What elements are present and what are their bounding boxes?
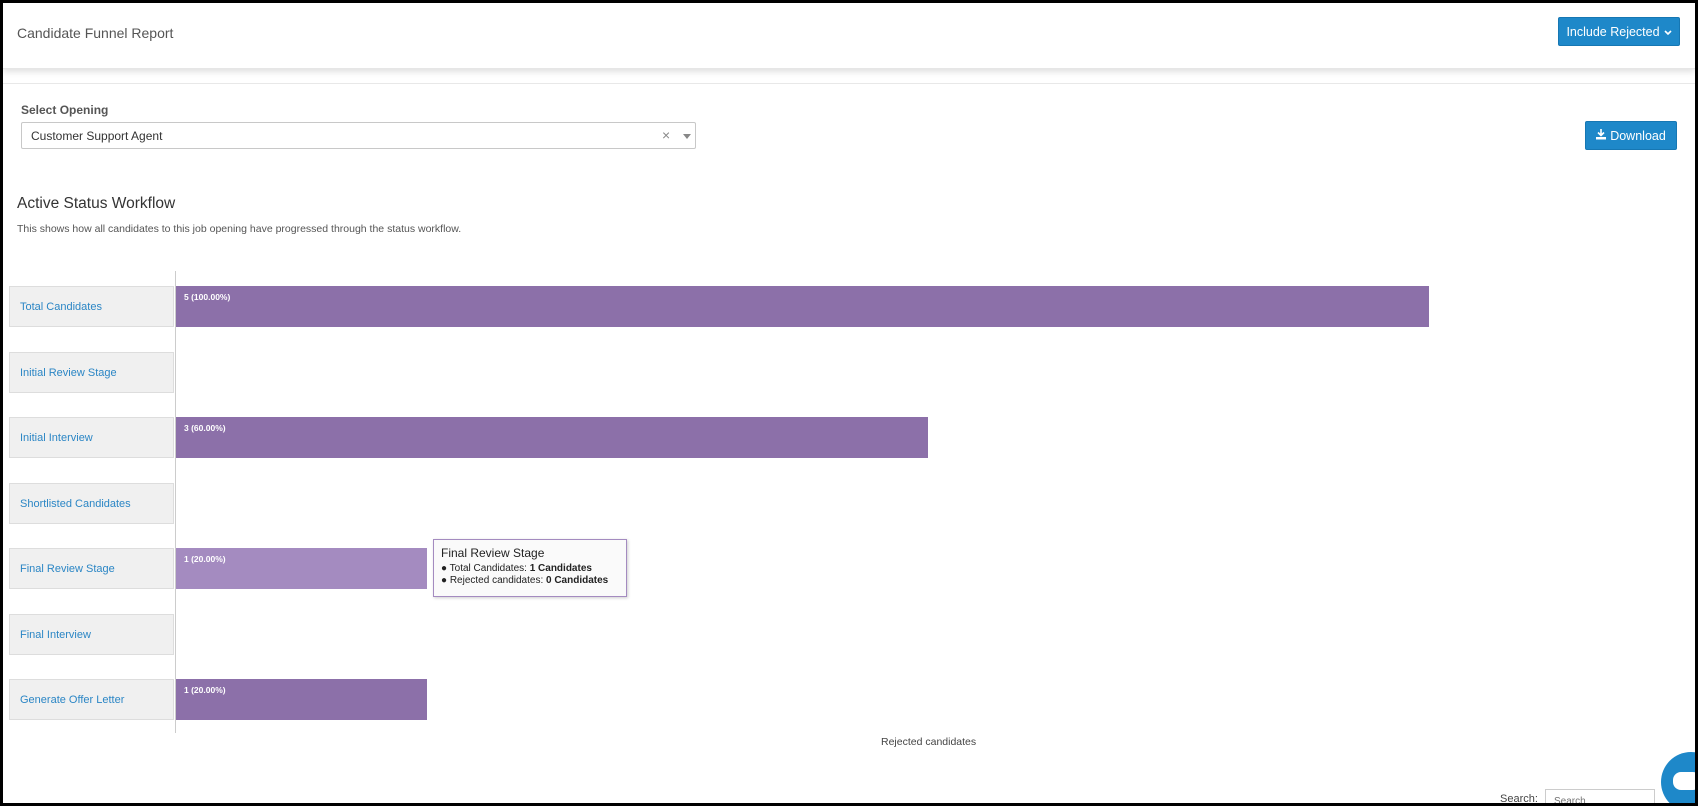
search-input[interactable] [1545,789,1655,803]
tooltip-row-rejected: ● Rejected candidates: 0 Candidates [441,575,609,586]
chart-tooltip: Final Review Stage ● Total Candidates: 1… [433,539,627,597]
stage-label-generate-offer-letter[interactable]: Generate Offer Letter [9,679,174,720]
download-label: Download [1610,128,1666,143]
chart-bar[interactable]: 3 (60.00%) [176,417,928,458]
chart-bar[interactable]: 1 (20.00%) [176,679,427,720]
include-rejected-label: Include Rejected [1566,24,1660,39]
tooltip-rejected-label: Rejected candidates: [449,575,546,586]
chevron-down-icon [1663,25,1672,39]
stage-label-shortlisted-candidates[interactable]: Shortlisted Candidates [9,483,174,524]
chart-axis [175,271,176,733]
caret-down-icon[interactable] [683,134,691,139]
chat-icon [1673,772,1695,790]
app-frame: Candidate Funnel Report Include Rejected… [0,0,1698,806]
stage-label-initial-review-stage[interactable]: Initial Review Stage [9,352,174,393]
opening-select[interactable]: Customer Support Agent × [21,122,696,149]
tooltip-title: Final Review Stage [441,546,545,560]
section-title: Active Status Workflow [17,195,176,212]
tooltip-row-total: ● Total Candidates: 1 Candidates [441,563,592,574]
chart-bar[interactable]: 1 (20.00%) [176,548,427,589]
divider [3,83,1695,84]
download-icon [1596,128,1607,143]
chat-button[interactable] [1661,752,1695,803]
page-title: Candidate Funnel Report [17,25,174,41]
stage-label-total-candidates[interactable]: Total Candidates [9,286,174,327]
tooltip-total-value: 1 Candidates [529,563,592,574]
clear-icon[interactable]: × [662,127,670,143]
chart-legend[interactable]: Rejected candidates [881,736,976,748]
bar-value-label: 1 (20.00%) [184,685,226,695]
tooltip-rejected-value: 0 Candidates [546,575,609,586]
top-bar: Candidate Funnel Report Include Rejected [3,3,1695,69]
include-rejected-button[interactable]: Include Rejected [1558,17,1680,46]
bar-value-label: 5 (100.00%) [184,292,231,302]
stage-label-final-interview[interactable]: Final Interview [9,614,174,655]
bar-value-label: 1 (20.00%) [184,554,226,564]
stage-label-initial-interview[interactable]: Initial Interview [9,417,174,458]
stage-label-final-review-stage[interactable]: Final Review Stage [9,548,174,589]
opening-select-value: Customer Support Agent [31,129,163,143]
chart-bar[interactable]: 5 (100.00%) [176,286,1429,327]
select-opening-label: Select Opening [21,103,109,117]
search-label: Search: [1500,793,1538,805]
bar-value-label: 3 (60.00%) [184,423,226,433]
download-button[interactable]: Download [1585,121,1677,150]
tooltip-total-label: Total Candidates: [449,563,530,574]
section-description: This shows how all candidates to this jo… [17,223,462,235]
